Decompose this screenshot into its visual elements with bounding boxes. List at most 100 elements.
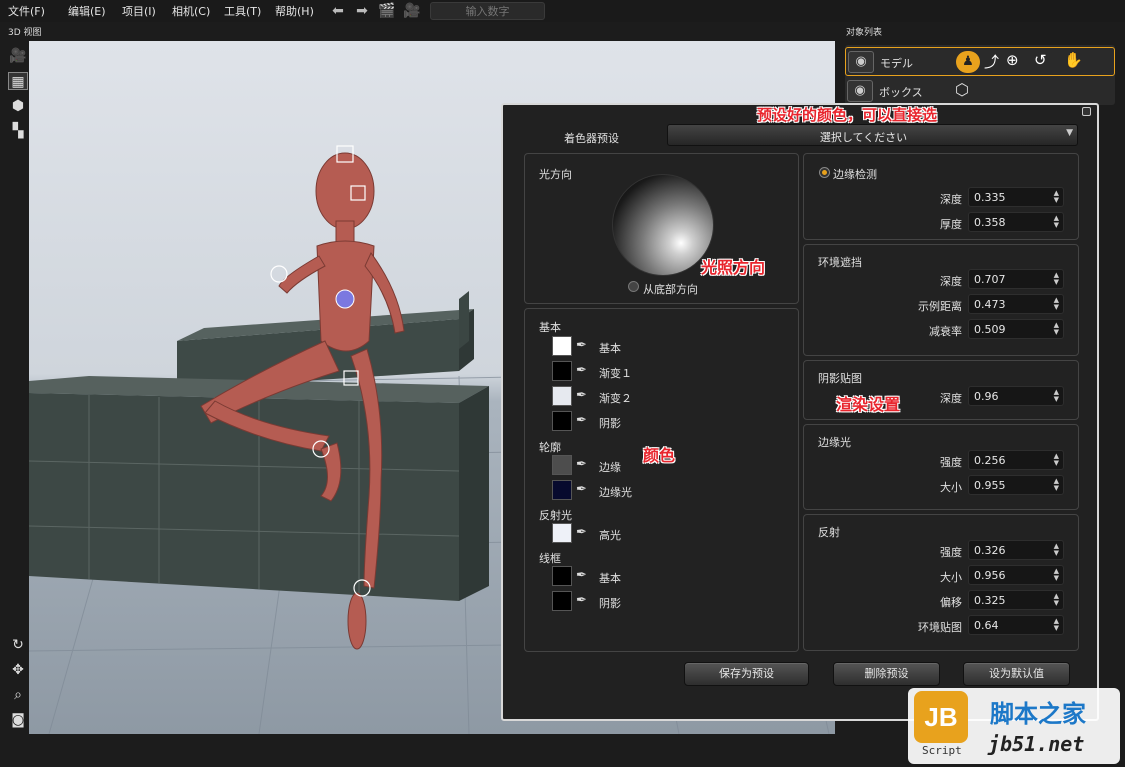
watermark-url: jb51.net bbox=[988, 732, 1085, 756]
clapper-icon[interactable]: 🎬 bbox=[377, 2, 397, 20]
watermark-logo: JB bbox=[914, 691, 968, 743]
ao-distance-stepper[interactable]: 0.473 ▲ ▼ bbox=[968, 294, 1064, 314]
menu-tools[interactable]: 工具(T) bbox=[224, 3, 261, 19]
visibility-icon[interactable]: ◉ bbox=[847, 80, 873, 102]
reflection-title: 反射 bbox=[818, 526, 840, 539]
shadow-color-label: 阴影 bbox=[599, 417, 621, 430]
layout-icon[interactable]: ▚ bbox=[8, 122, 28, 140]
gradient1-color-swatch[interactable] bbox=[552, 361, 572, 381]
reflect-env-label: 环境贴图 bbox=[918, 621, 962, 634]
chevron-down-icon: ▼ bbox=[1066, 128, 1073, 138]
edge-color-label: 边缘 bbox=[599, 461, 621, 474]
object-row-box[interactable]: ◉ ボックス ⬡ bbox=[845, 77, 1115, 106]
forward-arrow-icon[interactable]: ➡ bbox=[352, 2, 372, 20]
delete-preset-button[interactable]: 删除预设 bbox=[833, 662, 940, 686]
light-direction-panel: 光方向 从底部方向 bbox=[524, 153, 799, 304]
move-icon[interactable]: ✥ bbox=[8, 661, 28, 679]
rim-size-stepper[interactable]: 0.955 ▲ ▼ bbox=[968, 475, 1064, 495]
watermark-logo-sub: Script bbox=[922, 744, 962, 757]
menu-bar: 文件(F) 编辑(E) 项目(I) 相机(C) 工具(T) 帮助(H) ⬅ ➡ … bbox=[0, 0, 1125, 22]
eyedropper-icon[interactable]: ✒ bbox=[576, 592, 592, 610]
back-arrow-icon[interactable]: ⬅ bbox=[328, 2, 348, 20]
object-row-model[interactable]: ◉ モデル ♟ ⤴ ⊕ ↺ ✋ bbox=[845, 47, 1115, 76]
eyedropper-icon[interactable]: ✒ bbox=[576, 524, 592, 542]
wire-group-title: 线框 bbox=[539, 552, 561, 565]
edge-color-swatch[interactable] bbox=[552, 455, 572, 475]
eyedropper-icon[interactable]: ✒ bbox=[576, 456, 592, 474]
ao-decay-stepper[interactable]: 0.509 ▲ ▼ bbox=[968, 319, 1064, 339]
gradient2-color-swatch[interactable] bbox=[552, 386, 572, 406]
cube-icon[interactable]: ⬢ bbox=[8, 97, 28, 115]
eyedropper-icon[interactable]: ✒ bbox=[576, 387, 592, 405]
wire-shadow-color-swatch[interactable] bbox=[552, 591, 572, 611]
menu-file[interactable]: 文件(F) bbox=[8, 3, 45, 19]
menu-edit[interactable]: 编辑(E) bbox=[68, 3, 106, 19]
screenshot-icon[interactable]: ◙ bbox=[8, 711, 28, 729]
ao-depth-stepper[interactable]: 0.707 ▲ ▼ bbox=[968, 269, 1064, 289]
shadow-map-depth-stepper[interactable]: 0.96 ▲ ▼ bbox=[968, 386, 1064, 406]
from-bottom-radio[interactable] bbox=[628, 281, 639, 292]
menu-camera[interactable]: 相机(C) bbox=[172, 3, 210, 19]
preset-select[interactable]: 選択してください ▼ bbox=[667, 124, 1078, 146]
menu-help[interactable]: 帮助(H) bbox=[275, 3, 314, 19]
shadow-color-swatch[interactable] bbox=[552, 411, 572, 431]
edge-thickness-stepper[interactable]: 0.358 ▲ ▼ bbox=[968, 212, 1064, 232]
reflect-size-stepper[interactable]: 0.956 ▲ ▼ bbox=[968, 565, 1064, 585]
edge-detect-label: 边缘检测 bbox=[833, 168, 877, 181]
eyedropper-icon[interactable]: ✒ bbox=[576, 412, 592, 430]
zoom-in-icon[interactable]: ⊕ bbox=[1006, 51, 1019, 69]
reflect-strength-value: 0.326 bbox=[974, 544, 1006, 557]
edge-depth-stepper[interactable]: 0.335 ▲ ▼ bbox=[968, 187, 1064, 207]
rim-strength-stepper[interactable]: 0.256 ▲ ▼ bbox=[968, 450, 1064, 470]
rim-strength-label: 强度 bbox=[940, 456, 962, 469]
color-panel: 基本 ✒ 基本 ✒ 渐变１ ✒ 渐变２ ✒ 阴影 轮廓 ✒ 边缘 ✒ 边缘光 反… bbox=[524, 308, 799, 652]
video-camera-icon[interactable]: 🎥 bbox=[402, 2, 422, 20]
light-direction-sphere[interactable] bbox=[612, 174, 714, 276]
eyedropper-icon[interactable]: ✒ bbox=[576, 337, 592, 355]
shadow-map-depth-value: 0.96 bbox=[974, 390, 999, 403]
edge-depth-value: 0.335 bbox=[974, 191, 1006, 204]
camera-icon[interactable]: 🎥 bbox=[8, 47, 28, 65]
eyedropper-icon[interactable]: ✒ bbox=[576, 481, 592, 499]
shader-dialog: 着色器预设 選択してください ▼ 光方向 从底部方向 基本 ✒ 基本 ✒ 渐变１… bbox=[501, 103, 1099, 721]
reflect-env-stepper[interactable]: 0.64 ▲ ▼ bbox=[968, 615, 1064, 635]
ao-distance-value: 0.473 bbox=[974, 298, 1006, 311]
eyedropper-icon[interactable]: ✒ bbox=[576, 362, 592, 380]
basic-color-swatch[interactable] bbox=[552, 336, 572, 356]
shadow-map-depth-label: 深度 bbox=[940, 392, 962, 405]
menu-project[interactable]: 项目(I) bbox=[122, 3, 156, 19]
from-bottom-label: 从底部方向 bbox=[643, 283, 698, 296]
visibility-icon[interactable]: ◉ bbox=[848, 51, 874, 73]
ao-depth-value: 0.707 bbox=[974, 273, 1006, 286]
reflect-strength-stepper[interactable]: 0.326 ▲ ▼ bbox=[968, 540, 1064, 560]
watermark-site-name: 脚本之家 bbox=[990, 700, 1086, 728]
edge-thickness-value: 0.358 bbox=[974, 216, 1006, 229]
ao-distance-label: 示例距离 bbox=[918, 300, 962, 313]
highlight-color-swatch[interactable] bbox=[552, 523, 572, 543]
rotate-icon[interactable]: ↻ bbox=[8, 636, 28, 654]
film-icon[interactable]: ▦ bbox=[8, 72, 28, 90]
reflect-offset-label: 偏移 bbox=[940, 596, 962, 609]
wire-basic-color-label: 基本 bbox=[599, 572, 621, 585]
ao-title: 环境遮挡 bbox=[818, 256, 862, 269]
wire-basic-color-swatch[interactable] bbox=[552, 566, 572, 586]
box-icon: ⬡ bbox=[955, 80, 969, 99]
model-icon[interactable]: ♟ bbox=[956, 51, 980, 73]
number-input[interactable] bbox=[430, 2, 545, 20]
object-list-title: 对象列表 bbox=[846, 28, 883, 38]
close-icon[interactable] bbox=[1082, 107, 1091, 116]
rim-light-panel: 边缘光 强度 0.256 ▲ ▼ 大小 0.955 ▲ ▼ bbox=[803, 424, 1079, 510]
edge-detect-radio[interactable] bbox=[819, 167, 830, 178]
rim-color-swatch[interactable] bbox=[552, 480, 572, 500]
set-default-button[interactable]: 设为默认值 bbox=[963, 662, 1070, 686]
save-preset-button[interactable]: 保存为预设 bbox=[684, 662, 809, 686]
reflect-size-value: 0.956 bbox=[974, 569, 1006, 582]
object-list: ◉ モデル ♟ ⤴ ⊕ ↺ ✋ ◉ ボックス ⬡ bbox=[845, 45, 1115, 105]
hand-icon[interactable]: ✋ bbox=[1064, 51, 1083, 69]
pose-icon[interactable]: ⤴ bbox=[984, 51, 999, 72]
zoom-icon[interactable]: ⌕ bbox=[8, 686, 28, 704]
eyedropper-icon[interactable]: ✒ bbox=[576, 567, 592, 585]
reflect-offset-stepper[interactable]: 0.325 ▲ ▼ bbox=[968, 590, 1064, 610]
edge-depth-label: 深度 bbox=[940, 193, 962, 206]
reset-icon[interactable]: ↺ bbox=[1034, 51, 1047, 69]
